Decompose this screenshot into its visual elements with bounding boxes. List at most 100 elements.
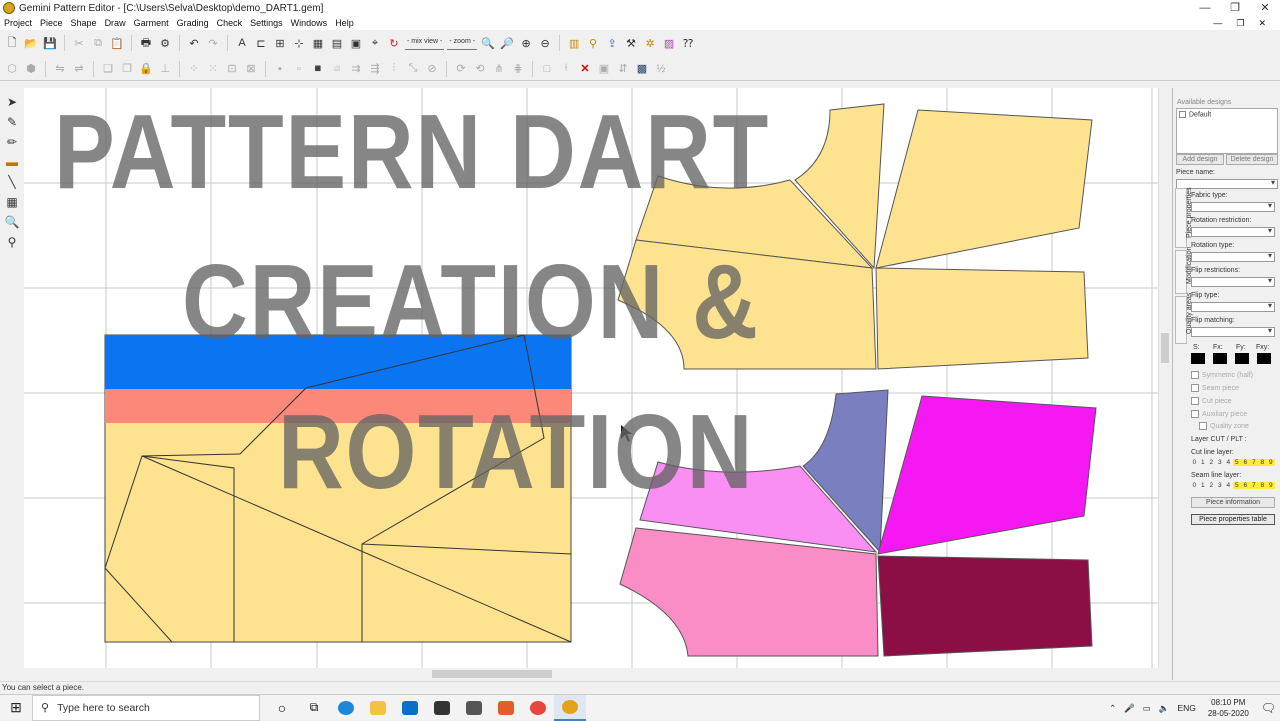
mirror-icon[interactable]: ⇋ [52,61,68,77]
zoom-select[interactable]: - zoom - [447,36,478,50]
cut-piece-icon[interactable]: ⊘ [424,61,440,77]
task-view-icon[interactable]: ⧉ [298,695,330,721]
swatch-fy[interactable] [1235,353,1249,364]
flip-icon[interactable]: ⇵ [615,61,631,77]
cortana-icon[interactable]: ○ [266,695,298,721]
select-arrow-icon[interactable]: ➤ [4,94,20,110]
menu-garment[interactable]: Garment [134,18,169,28]
edge-browser-icon[interactable] [330,695,362,721]
swatch-fxy[interactable] [1257,353,1271,364]
windows-start-icon[interactable]: ⊞ [0,695,32,721]
menu-help[interactable]: Help [335,18,354,28]
block-3-icon[interactable]: ◾ [310,61,326,77]
magnifier-icon[interactable]: 🔍 [4,214,20,230]
dart-icon[interactable]: ⋔ [491,61,507,77]
points-icon[interactable]: ⁘ [186,61,202,77]
design-checkbox[interactable] [1179,111,1186,118]
taskbar-search-box[interactable]: ⚲ Type here to search [32,694,260,721]
frame-icon[interactable]: ⊡ [224,61,240,77]
point-edit-icon[interactable]: ✎ [4,114,20,130]
line-icon[interactable]: ╲ [4,174,20,190]
close-button[interactable]: ✕ [1250,0,1280,16]
scale-icon[interactable]: ⤡ [405,61,421,77]
text-tool-icon[interactable]: A [234,35,250,51]
vertical-scrollbar[interactable] [1158,88,1170,668]
mail-icon[interactable] [394,695,426,721]
measure-table-icon[interactable]: ▦ [4,194,20,210]
export-icon[interactable]: ⇪ [604,35,620,51]
auxiliary-piece-checkbox[interactable]: Auxiliary piece [1191,410,1247,418]
tools-icon[interactable]: ⚒ [623,35,639,51]
menu-grading[interactable]: Grading [177,18,209,28]
maximize-button[interactable]: ❐ [1220,0,1250,16]
fraction-icon[interactable]: ½ [653,61,669,77]
block-2-icon[interactable]: ▫ [291,61,307,77]
zoom-window-icon[interactable]: ⊖ [537,35,553,51]
pin-icon[interactable]: ⚲ [4,234,20,250]
cut-line-layer-selector[interactable]: 0123456789 [1190,459,1275,466]
delete-design-button[interactable]: Delete design [1226,154,1278,165]
ruler-icon[interactable]: ▬ [4,154,20,170]
zoom-out-icon[interactable]: 🔎 [499,35,515,51]
doc-minimize-button[interactable]: — [1213,16,1222,30]
measure-icon[interactable]: ⟊ [558,61,574,77]
menu-windows[interactable]: Windows [291,18,328,28]
copy-icon[interactable]: ⧉ [90,35,106,51]
plot-icon[interactable]: ⚙ [157,35,173,51]
help-icon[interactable]: ⁇ [680,35,696,51]
rotation-restriction-select[interactable] [1191,226,1275,237]
rotate-2-icon[interactable]: ⟲ [472,61,488,77]
horizontal-scroll-thumb[interactable] [432,670,552,678]
rotate-icon[interactable]: ⟳ [453,61,469,77]
square-icon[interactable]: □ [539,61,555,77]
app-stack-icon[interactable] [458,695,490,721]
microphone-icon[interactable]: 🎤 [1124,703,1135,714]
box-icon[interactable]: ▣ [596,61,612,77]
tray-chevron-icon[interactable]: ⌃ [1109,703,1116,714]
language-indicator[interactable]: ENG [1177,703,1195,713]
symmetric-checkbox[interactable]: Symmetric (half) [1191,371,1253,379]
layer-icon[interactable]: ▥ [566,35,582,51]
flip-matching-select[interactable] [1191,326,1275,337]
group-icon[interactable]: ❏ [100,61,116,77]
menu-piece[interactable]: Piece [40,18,63,28]
piece-information-button[interactable]: Piece information [1191,497,1275,508]
ungroup-icon[interactable]: ❐ [119,61,135,77]
menu-check[interactable]: Check [217,18,243,28]
vertical-scroll-thumb[interactable] [1161,333,1169,363]
grid-icon[interactable]: ▦ [310,35,326,51]
stamp-icon[interactable]: ⊠ [243,61,259,77]
menu-draw[interactable]: Draw [105,18,126,28]
gemini-app-icon[interactable] [554,694,586,721]
refresh-icon[interactable]: ↻ [386,35,402,51]
fabric-type-select[interactable] [1191,201,1275,212]
cut-icon[interactable]: ✂ [71,35,87,51]
pencil-icon[interactable]: ✏ [4,134,20,150]
chrome-icon[interactable] [522,695,554,721]
tab-piece-properties[interactable]: Piece properties [1175,187,1193,248]
rotation-type-select[interactable] [1191,251,1275,262]
tab-modification[interactable]: Modification [1175,247,1193,294]
ruler-tool-icon[interactable]: ⊏ [253,35,269,51]
zoom-fit-icon[interactable]: 🔍 [480,35,496,51]
add-design-button[interactable]: Add design [1176,154,1224,165]
menu-project[interactable]: Project [4,18,32,28]
block-4-icon[interactable]: ◽ [329,61,345,77]
volume-icon[interactable]: 🔈 [1159,703,1170,714]
new-file-icon[interactable]: 🗋 [4,35,20,51]
network-icon[interactable]: ▭ [1143,703,1151,714]
open-folder-icon[interactable]: 📂 [23,35,39,51]
swatch-s[interactable] [1191,353,1205,364]
move-2-icon[interactable]: ⇶ [367,61,383,77]
notch-tool-icon[interactable]: ⊞ [272,35,288,51]
palette-icon[interactable]: ▨ [661,35,677,51]
print-icon[interactable]: 🖶 [138,35,154,51]
swatch-fx[interactable] [1213,353,1227,364]
split-icon[interactable]: ⫶ [386,61,402,77]
align-icon[interactable]: ⊥ [157,61,173,77]
minimize-button[interactable]: — [1190,0,1220,16]
pointer-select-icon[interactable]: ⌖ [367,35,383,51]
grid-snap-icon[interactable]: ⊹ [291,35,307,51]
doc-close-button[interactable]: ✕ [1258,16,1266,30]
screen-icon[interactable]: ▩ [634,61,650,77]
